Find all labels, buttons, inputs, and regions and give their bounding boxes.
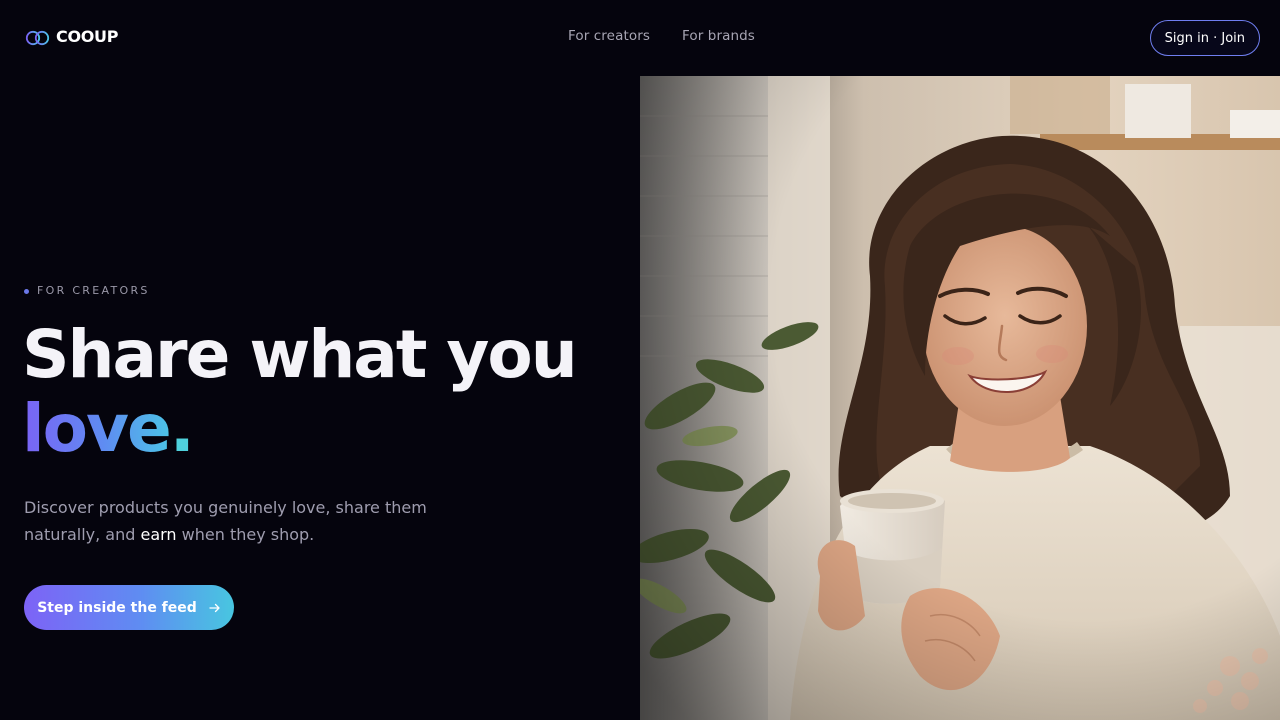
landing-page: COOUP For creators For brands Sign in · … bbox=[0, 0, 1280, 720]
cta-label: Step inside the feed bbox=[37, 599, 197, 616]
hero-subtitle: Discover products you genuinely love, sh… bbox=[24, 494, 444, 548]
eyebrow-dot bbox=[24, 288, 29, 294]
brand-name: COOUP bbox=[56, 26, 119, 46]
arrow-right-icon bbox=[209, 603, 220, 612]
subtitle-part-2: when they shop. bbox=[176, 525, 315, 544]
hero-photo bbox=[640, 76, 1280, 720]
interlocking-rings-icon bbox=[25, 30, 50, 46]
hero-headline: Share what you love. bbox=[22, 318, 622, 466]
subtitle-emphasis: earn bbox=[140, 525, 177, 544]
eyebrow-label: FOR CREATORS bbox=[37, 284, 150, 297]
nav-link-for-brands[interactable]: For brands bbox=[682, 28, 755, 44]
headline-line-2: love. bbox=[22, 392, 622, 466]
main-nav: For creators For brands bbox=[568, 28, 755, 44]
step-inside-feed-button[interactable]: Step inside the feed bbox=[24, 585, 234, 630]
nav-link-for-creators[interactable]: For creators bbox=[568, 28, 650, 44]
eyebrow: FOR CREATORS bbox=[24, 284, 150, 297]
site-header: COOUP For creators For brands Sign in · … bbox=[0, 0, 1280, 76]
headline-highlight-word: love bbox=[22, 390, 172, 467]
headline-line-1: Share what you bbox=[22, 316, 578, 393]
brand-logo[interactable]: COOUP bbox=[24, 26, 119, 47]
headline-period: . bbox=[169, 390, 195, 467]
sign-in-join-button[interactable]: Sign in · Join bbox=[1149, 20, 1260, 56]
